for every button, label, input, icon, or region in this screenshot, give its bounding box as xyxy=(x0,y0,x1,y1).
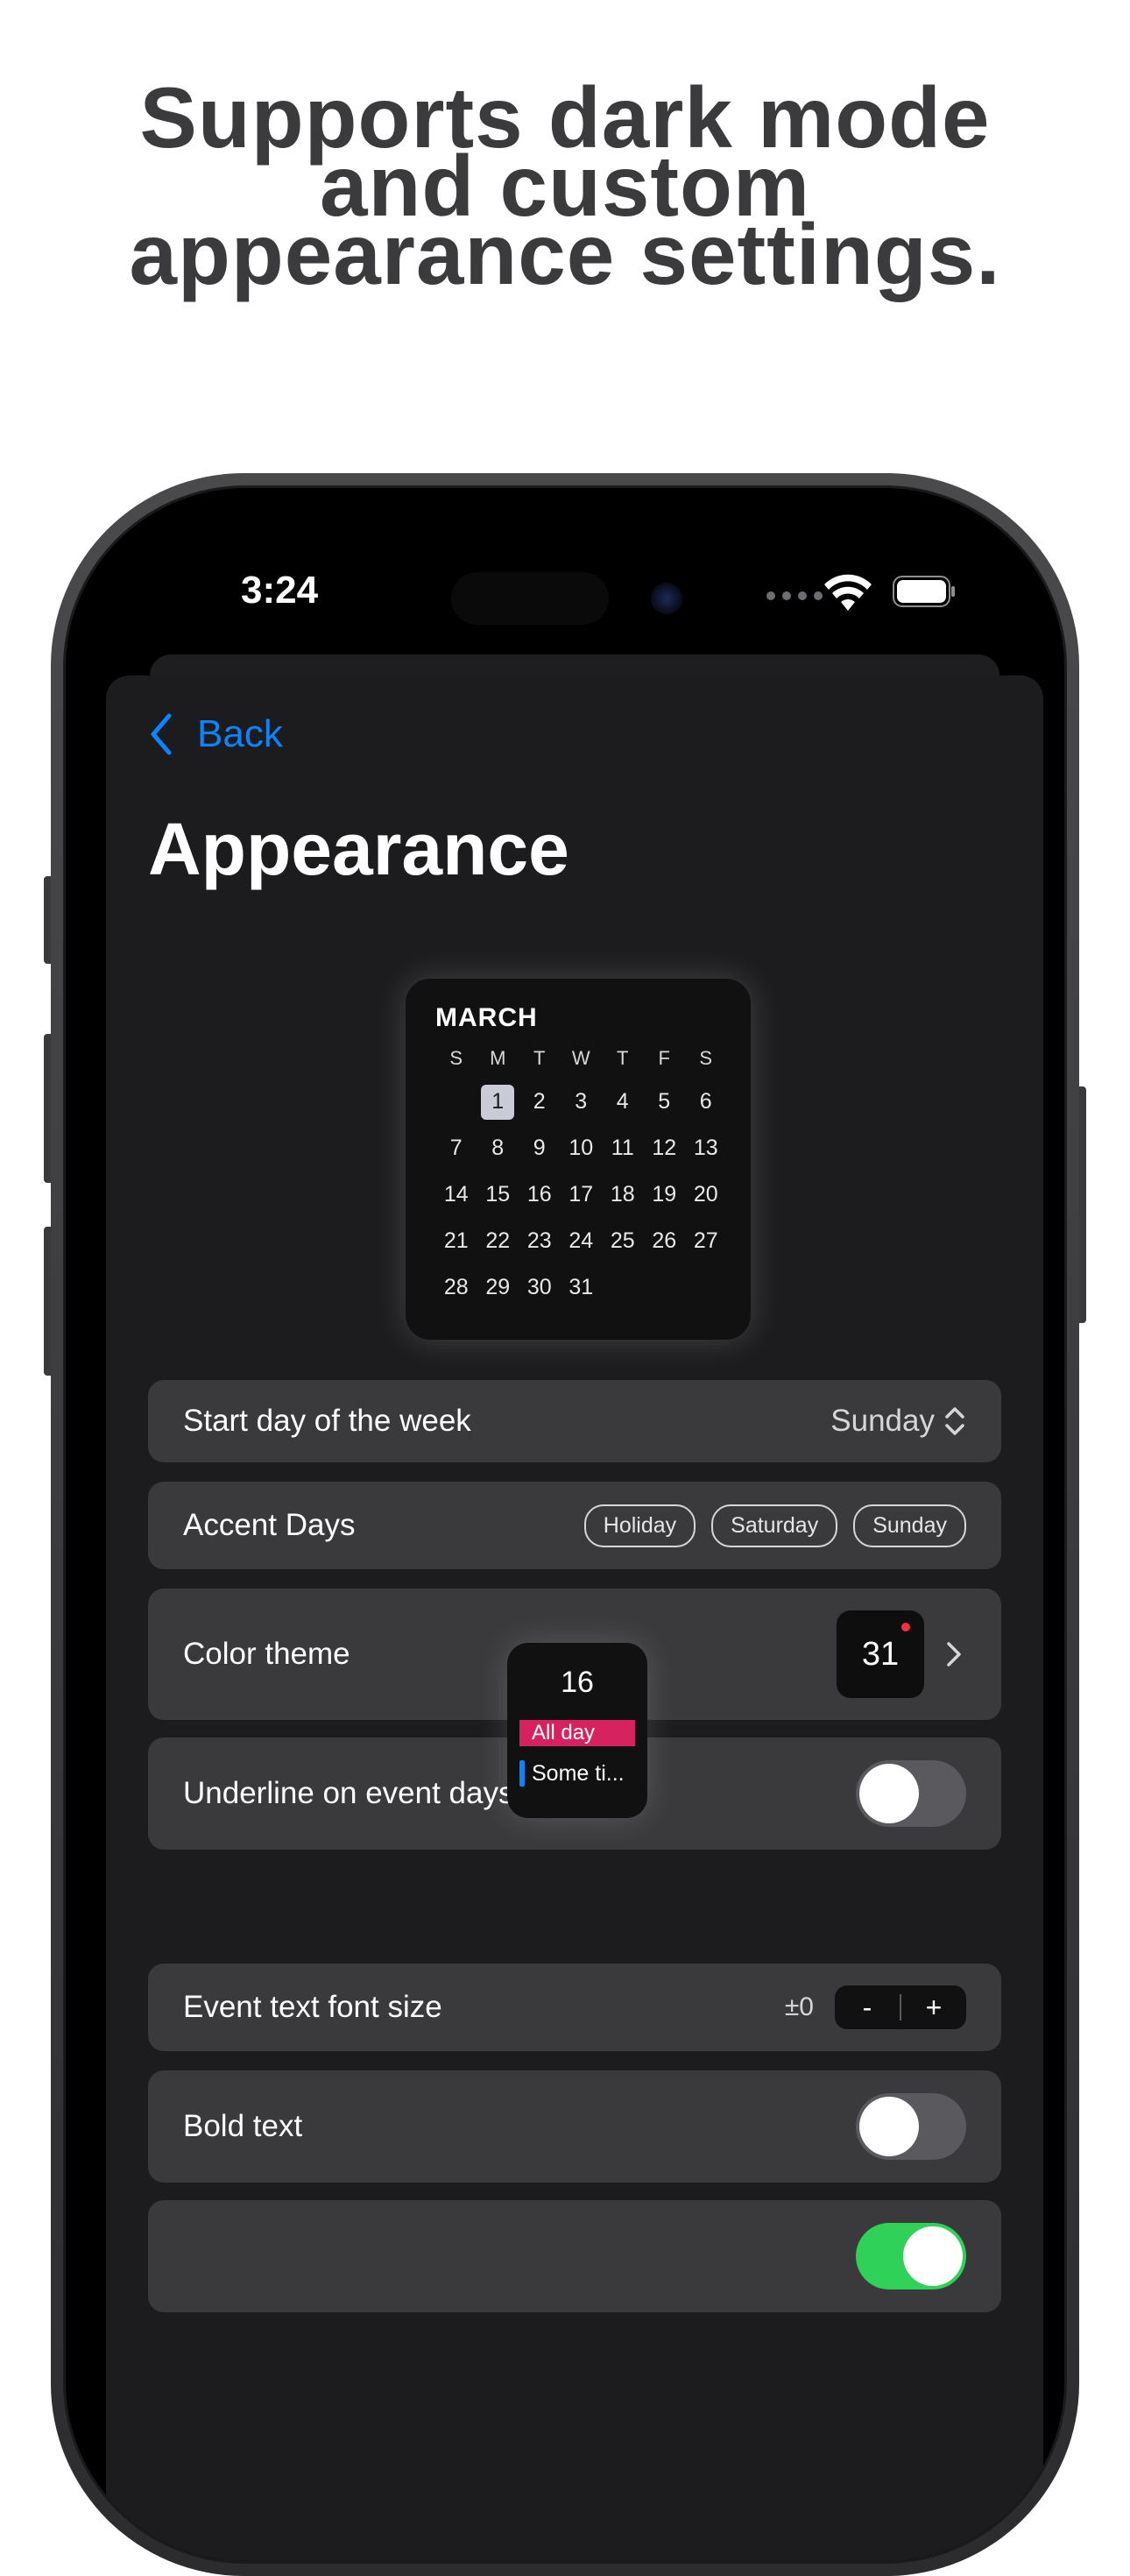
calendar-day: 18 xyxy=(610,1182,635,1207)
font-size-stepper: - + xyxy=(835,1985,966,2029)
accent-pill-holiday[interactable]: Holiday xyxy=(583,1504,696,1547)
dynamic-island xyxy=(451,572,609,625)
calendar-day: 12 xyxy=(652,1136,677,1160)
calendar-day: 6 xyxy=(699,1089,712,1114)
underline-toggle[interactable] xyxy=(856,1760,966,1827)
calendar-day: 26 xyxy=(652,1228,677,1253)
accent-pill-saturday[interactable]: Saturday xyxy=(711,1504,838,1547)
back-button[interactable]: Back xyxy=(148,712,283,756)
toggle-knob xyxy=(859,2097,919,2156)
chevron-left-icon xyxy=(151,713,172,755)
calendar-day: 20 xyxy=(693,1182,718,1207)
bold-text-row: Bold text xyxy=(148,2070,1001,2183)
signal-icon xyxy=(766,591,823,600)
toggle-knob xyxy=(859,1764,919,1823)
accent-days-label: Accent Days xyxy=(183,1508,356,1542)
event-date: 16 xyxy=(561,1666,594,1699)
calendar-day-grid: 1 2 3 4 5 6 7 8 9 10 11 12 13 14 15 16 17 18 19 20 21 22 23 24 2… xyxy=(435,1079,721,1311)
calendar-day: 29 xyxy=(485,1275,511,1299)
calendar-day: 13 xyxy=(693,1136,718,1160)
calendar-day: 30 xyxy=(526,1275,552,1299)
phone-screen: 3:24 Back Appearance MARCH S M T W T F S… xyxy=(63,485,1067,2564)
calendar-day: 2 xyxy=(533,1089,546,1114)
back-label: Back xyxy=(197,712,283,755)
calendar-day: 11 xyxy=(611,1136,634,1160)
font-size-label: Event text font size xyxy=(183,1990,442,2024)
calendar-day: 31 xyxy=(569,1275,594,1299)
calendar-weekday: W xyxy=(571,1047,590,1069)
event-allday: All day xyxy=(519,1720,635,1746)
start-day-picker[interactable]: Sunday xyxy=(830,1404,966,1439)
event-timed: Some ti... xyxy=(519,1759,635,1788)
calendar-weekday: M xyxy=(490,1047,506,1069)
font-size-row: Event text font size ±0 - + xyxy=(148,1964,1001,2051)
event-preview-widget: 16 All day Some ti... xyxy=(507,1643,647,1818)
bold-text-label: Bold text xyxy=(183,2109,303,2143)
calendar-day: 22 xyxy=(485,1228,511,1253)
calendar-blank xyxy=(435,1079,477,1125)
color-theme-tile-number: 31 xyxy=(861,1635,900,1673)
calendar-day: 3 xyxy=(575,1089,588,1114)
event-timed-label: Some ti... xyxy=(532,1760,625,1786)
calendar-weekday: S xyxy=(699,1047,713,1069)
calendar-day: 7 xyxy=(449,1136,463,1160)
start-day-label: Start day of the week xyxy=(183,1404,471,1438)
bold-text-toggle[interactable] xyxy=(856,2093,966,2160)
calendar-weekday: T xyxy=(617,1047,629,1069)
toggle-knob xyxy=(903,2226,963,2286)
calendar-weekday-header: SMTWTFS xyxy=(435,1038,721,1079)
calendar-weekday: S xyxy=(449,1047,463,1069)
increase-button[interactable]: + xyxy=(901,1992,966,2024)
calendar-day: 14 xyxy=(443,1182,469,1207)
calendar-weekday: F xyxy=(658,1047,670,1069)
calendar-day: 9 xyxy=(533,1136,546,1160)
chevron-right-icon xyxy=(947,1642,961,1667)
camera-icon xyxy=(651,583,682,614)
calendar-month: MARCH xyxy=(435,1003,538,1032)
font-size-value: ±0 xyxy=(784,1992,814,2021)
calendar-day: 10 xyxy=(569,1136,594,1160)
accent-pill-sunday[interactable]: Sunday xyxy=(853,1504,966,1547)
calendar-day: 17 xyxy=(569,1182,594,1207)
calendar-day: 28 xyxy=(443,1275,469,1299)
headline: Supports dark mode and custom appearance… xyxy=(0,74,1130,302)
battery-icon xyxy=(893,576,955,607)
start-day-value: Sunday xyxy=(830,1404,935,1438)
start-day-row[interactable]: Start day of the week Sunday xyxy=(148,1380,1001,1462)
calendar-day: 8 xyxy=(491,1136,505,1160)
phone-frame: 3:24 Back Appearance MARCH S M T W T F S… xyxy=(51,473,1079,2576)
accent-days-row: Accent Days Holiday Saturday Sunday xyxy=(148,1482,1001,1569)
calendar-day: 4 xyxy=(616,1089,629,1114)
next-setting-toggle[interactable] xyxy=(856,2223,966,2289)
status-time: 3:24 xyxy=(241,569,319,612)
decrease-button[interactable]: - xyxy=(835,1992,900,2024)
calendar-day: 27 xyxy=(693,1228,718,1253)
calendar-preview-widget: MARCH SMTWTFS 1 2 3 4 5 6 7 8 9 10 11 12 13 14 15 16 17 1… xyxy=(406,979,751,1340)
color-theme-tile: 31 xyxy=(837,1610,924,1698)
event-color-bar xyxy=(519,1760,525,1787)
calendar-day: 25 xyxy=(610,1228,635,1253)
calendar-day: 24 xyxy=(569,1228,594,1253)
calendar-day: 16 xyxy=(526,1182,552,1207)
appearance-sheet: Back Appearance MARCH SMTWTFS 1234567891… xyxy=(106,676,1043,2561)
page-title: Appearance xyxy=(148,808,569,890)
calendar-day-today: 1 xyxy=(481,1084,515,1120)
calendar-weekday: T xyxy=(533,1047,546,1069)
headline-line-3: appearance settings. xyxy=(129,206,1001,302)
notification-dot xyxy=(901,1623,910,1631)
calendar-day: 21 xyxy=(443,1228,469,1253)
calendar-day: 19 xyxy=(652,1182,677,1207)
calendar-day: 23 xyxy=(526,1228,552,1253)
next-setting-row xyxy=(148,2200,1001,2312)
calendar-day: 15 xyxy=(485,1182,511,1207)
chevron-up-down-icon xyxy=(945,1407,964,1435)
calendar-day: 5 xyxy=(658,1089,671,1114)
wifi-icon xyxy=(824,574,872,611)
